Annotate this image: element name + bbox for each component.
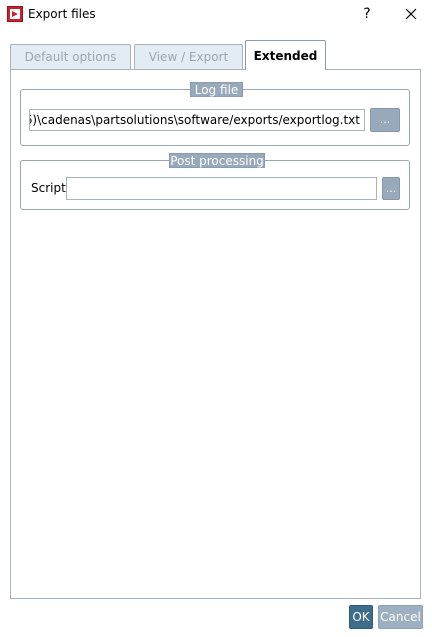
tab-default-options[interactable]: Default options (10, 44, 131, 69)
log-file-group-title: Log file (190, 82, 243, 97)
ok-button[interactable]: OK (349, 605, 373, 629)
script-label: Script (31, 181, 66, 195)
log-file-path-input[interactable]: s (x86)\cadenas\partsolutions\software/e… (29, 109, 365, 131)
close-icon (405, 8, 417, 20)
window-title: Export files (28, 7, 96, 21)
script-input[interactable] (66, 177, 377, 200)
extended-tab-panel (10, 69, 421, 599)
tab-extended[interactable]: Extended (245, 40, 326, 70)
script-browse-button[interactable]: ... (382, 177, 400, 200)
export-files-dialog: Export files ? Default options View / Ex… (0, 0, 432, 637)
tab-view-export[interactable]: View / Export (134, 44, 243, 69)
log-file-browse-button[interactable]: ... (370, 108, 400, 132)
log-file-path-value: s (x86)\cadenas\partsolutions\software/e… (29, 113, 360, 127)
cadenas-export-icon (7, 6, 23, 22)
help-button[interactable]: ? (357, 2, 377, 26)
title-bar: Export files ? (0, 0, 432, 30)
cancel-button[interactable]: Cancel (378, 605, 423, 629)
post-processing-group-title: Post processing (169, 153, 265, 168)
close-button[interactable] (401, 3, 421, 25)
